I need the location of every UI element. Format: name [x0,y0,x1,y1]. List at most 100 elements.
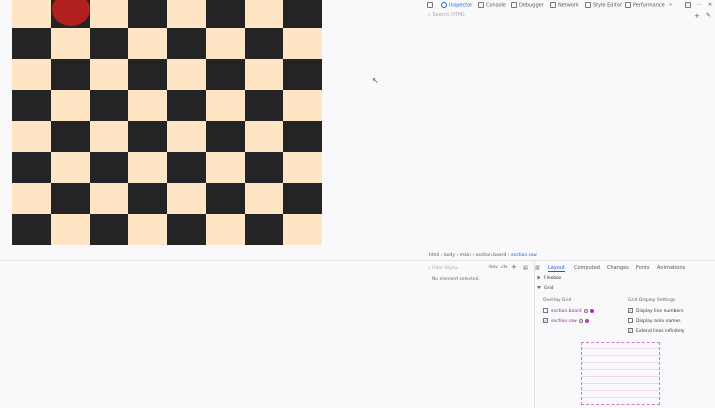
board-square-dark[interactable] [89,152,129,183]
cls-button[interactable]: .cls [500,265,508,270]
board-square-light[interactable] [283,152,322,183]
breadcrumb-body[interactable]: body [444,253,455,258]
board-square-light[interactable] [283,214,322,245]
board-square-light[interactable] [244,0,284,28]
extend-lines[interactable]: ✓ Extend lines infinitely [628,328,685,334]
print-simulation-icon[interactable]: ▤ [523,265,528,271]
pick-element-icon[interactable] [427,2,435,9]
board-square-dark[interactable] [50,121,90,152]
board-square-dark[interactable] [89,28,129,59]
tab-inspector[interactable]: Inspector [441,2,472,9]
board-square-light[interactable] [205,28,245,59]
tab-performance[interactable]: Performance [625,2,665,9]
hov-button[interactable]: :hov [488,265,498,270]
target-icon[interactable] [583,308,588,313]
board-square-light[interactable] [12,0,51,28]
tab-animations[interactable]: Animations [657,265,685,271]
board-square-light[interactable] [128,152,167,183]
board-square-dark[interactable] [167,28,206,59]
dock-icon[interactable] [685,2,693,9]
color-swatch[interactable] [589,308,594,313]
board-square-dark[interactable] [50,59,90,90]
board-square-dark[interactable] [12,152,51,183]
add-node-icon[interactable]: + [694,12,700,20]
add-rule-icon[interactable]: + [511,263,517,271]
board-square-light[interactable] [12,183,51,214]
board-square-light[interactable] [89,0,129,28]
board-square-light[interactable] [205,214,245,245]
board-square-light[interactable] [89,183,129,214]
color-swatch[interactable] [584,318,589,323]
board-square-light[interactable] [12,121,51,152]
tab-console[interactable]: Console [478,2,506,9]
target-icon[interactable] [578,318,583,323]
board-square-dark[interactable] [128,183,167,214]
breadcrumb-section-board[interactable]: section.board [476,253,507,258]
board-square-light[interactable] [128,28,167,59]
breadcrumb-section-row[interactable]: section.row [511,253,537,258]
tab-fonts[interactable]: Fonts [636,265,650,271]
display-area-names[interactable]: Display area names [628,318,681,324]
flexbox-section-header[interactable]: Flexbox [537,275,561,281]
board-square-dark[interactable] [283,121,322,152]
overlay-board-checkbox[interactable] [543,308,548,313]
overlay-row-checkbox[interactable]: ✓ [543,318,548,323]
area-names-checkbox[interactable] [628,318,633,323]
board-square-light[interactable] [50,90,90,121]
tab-network[interactable]: Network [550,2,579,9]
search-html-input[interactable]: ⌕ Search HTML [428,12,465,18]
board-square-light[interactable] [283,90,322,121]
grid-section-header[interactable]: Grid [537,286,553,291]
extend-lines-checkbox[interactable]: ✓ [628,328,633,333]
board-square-dark[interactable] [283,183,322,214]
board-square-dark[interactable] [283,59,322,90]
close-icon[interactable]: ✕ [708,2,712,8]
breadcrumb-html[interactable]: html [429,253,439,258]
board-square-dark[interactable] [244,90,284,121]
board-square-dark[interactable] [205,0,245,28]
board-square-dark[interactable] [205,121,245,152]
board-square-dark[interactable] [89,90,129,121]
board-square-dark[interactable] [205,183,245,214]
board-square-dark[interactable] [12,214,51,245]
options-menu-icon[interactable]: ⋯ [697,2,702,8]
tab-layout[interactable]: Layout [548,265,565,272]
board-square-dark[interactable] [128,0,167,28]
tab-computed[interactable]: Computed [574,265,600,271]
tab-style-editor[interactable]: Style Editor [585,2,622,9]
board-square-light[interactable] [244,59,284,90]
board-square-light[interactable] [167,59,206,90]
board-square-light[interactable] [12,59,51,90]
board-square-light[interactable] [167,121,206,152]
board-square-dark[interactable] [205,59,245,90]
board-square-dark[interactable] [12,90,51,121]
board-square-light[interactable] [283,28,322,59]
eyedropper-icon[interactable]: ✎ [706,12,711,19]
board-square-light[interactable] [128,90,167,121]
more-tabs-button[interactable]: » [669,2,672,8]
board-square-dark[interactable] [128,121,167,152]
board-square-dark[interactable] [244,28,284,59]
board-square-light[interactable] [50,28,90,59]
board-square-dark[interactable] [244,152,284,183]
tab-debugger[interactable]: Debugger [511,2,544,9]
board-square-dark[interactable] [283,0,322,28]
tab-changes[interactable]: Changes [607,265,629,271]
board-square-dark[interactable] [167,152,206,183]
board-square-light[interactable] [244,121,284,152]
overlay-item-board[interactable]: section.board [543,308,594,314]
line-numbers-checkbox[interactable]: ✓ [628,308,633,313]
board-square-dark[interactable] [50,183,90,214]
board-square-dark[interactable] [89,214,129,245]
board-square-light[interactable] [128,214,167,245]
board-square-dark[interactable] [244,214,284,245]
display-line-numbers[interactable]: ✓ Display line numbers [628,308,683,314]
board-square-light[interactable] [50,152,90,183]
board-square-light[interactable] [50,214,90,245]
board-square-light[interactable] [205,152,245,183]
board-square-light[interactable] [244,183,284,214]
board-square-light[interactable] [167,183,206,214]
sidebar-toggle-icon[interactable]: ▥ [535,265,540,271]
board-square-light[interactable] [89,59,129,90]
breadcrumb-main[interactable]: main [460,253,471,258]
